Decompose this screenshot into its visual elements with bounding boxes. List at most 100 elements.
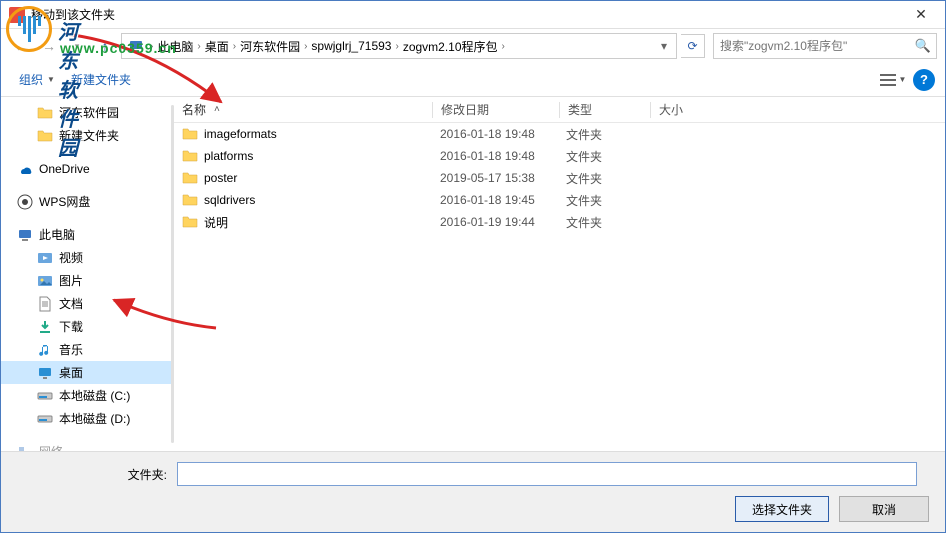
sidebar-item-music[interactable]: 音乐 bbox=[1, 338, 171, 361]
folder-name-input[interactable] bbox=[177, 462, 917, 486]
sidebar-item-label: WPS网盘 bbox=[39, 193, 90, 210]
search-icon[interactable]: 🔍 bbox=[910, 38, 936, 54]
sidebar-item-desktop[interactable]: 桌面 bbox=[1, 361, 171, 384]
app-icon bbox=[9, 7, 25, 23]
dialog-window: 移动到该文件夹 ✕ ← → ▾ ↑ › 此电脑 › 桌面 › 河东软件园 › s… bbox=[0, 0, 946, 533]
download-icon bbox=[37, 319, 53, 335]
sidebar-item-pc[interactable]: 此电脑 bbox=[1, 223, 171, 246]
breadcrumb[interactable]: › 此电脑 › 桌面 › 河东软件园 › spwjglrj_71593 › zo… bbox=[121, 33, 677, 59]
network-icon bbox=[17, 444, 33, 452]
up-button[interactable]: ↑ bbox=[93, 34, 117, 58]
pc-icon bbox=[128, 38, 144, 54]
sidebar-item-label: 文档 bbox=[59, 295, 83, 312]
file-date: 2016-01-18 19:48 bbox=[432, 127, 558, 141]
folder-icon bbox=[182, 148, 198, 164]
file-pane: 名称˄ 修改日期 类型 大小 imageformats 2016-01-18 19… bbox=[174, 97, 945, 451]
drive-icon bbox=[37, 388, 53, 404]
sidebar-item-network[interactable]: 网络 bbox=[1, 440, 171, 451]
search-box[interactable]: 🔍 bbox=[713, 33, 937, 59]
header-size[interactable]: 大小 bbox=[651, 101, 731, 118]
sidebar-item-label: 新建文件夹 bbox=[59, 127, 119, 144]
file-name: platforms bbox=[204, 149, 253, 163]
chevron-right-icon[interactable]: › bbox=[150, 41, 153, 52]
crumb-item[interactable]: 桌面 bbox=[203, 38, 231, 55]
folder-label: 文件夹: bbox=[17, 466, 177, 483]
forward-button: → bbox=[37, 34, 61, 58]
folder-icon bbox=[37, 105, 53, 121]
titlebar: 移动到该文件夹 ✕ bbox=[1, 1, 945, 29]
file-type: 文件夹 bbox=[558, 192, 648, 209]
sidebar-item-drive-c[interactable]: 本地磁盘 (C:) bbox=[1, 384, 171, 407]
close-button[interactable]: ✕ bbox=[899, 1, 943, 29]
file-type: 文件夹 bbox=[558, 214, 648, 231]
sidebar-item-wps[interactable]: WPS网盘 bbox=[1, 190, 171, 213]
body: 河东软件园 新建文件夹 OneDrive WPS网盘 此电脑 bbox=[1, 97, 945, 451]
file-row[interactable]: poster 2019-05-17 15:38文件夹 bbox=[174, 167, 945, 189]
folder-icon bbox=[182, 126, 198, 142]
chevron-right-icon[interactable]: › bbox=[197, 41, 200, 52]
sidebar-item-pictures[interactable]: 图片 bbox=[1, 269, 171, 292]
file-type: 文件夹 bbox=[558, 170, 648, 187]
file-name: poster bbox=[204, 171, 237, 185]
sidebar-item-videos[interactable]: 视频 bbox=[1, 246, 171, 269]
drive-icon bbox=[37, 411, 53, 427]
sidebar-item-folder[interactable]: 河东软件园 bbox=[1, 101, 171, 124]
help-button[interactable]: ? bbox=[913, 69, 935, 91]
file-row[interactable]: imageformats2016-01-18 19:48文件夹 bbox=[174, 123, 945, 145]
folder-icon bbox=[182, 170, 198, 186]
recent-dropdown[interactable]: ▾ bbox=[65, 34, 89, 58]
pc-icon bbox=[17, 227, 33, 243]
header-type[interactable]: 类型 bbox=[560, 101, 650, 118]
address-dropdown-icon[interactable]: ▾ bbox=[654, 39, 674, 53]
sidebar-item-drive-d[interactable]: 本地磁盘 (D:) bbox=[1, 407, 171, 430]
folder-icon bbox=[182, 214, 198, 230]
crumb-item[interactable]: zogvm2.10程序包 bbox=[401, 38, 500, 55]
sidebar-tree[interactable]: 河东软件园 新建文件夹 OneDrive WPS网盘 此电脑 bbox=[1, 97, 171, 451]
sidebar-item-folder[interactable]: 新建文件夹 bbox=[1, 124, 171, 147]
sidebar-item-label: OneDrive bbox=[39, 162, 90, 176]
window-title: 移动到该文件夹 bbox=[31, 6, 899, 23]
sidebar-item-documents[interactable]: 文档 bbox=[1, 292, 171, 315]
search-input[interactable] bbox=[714, 39, 910, 53]
crumb-item[interactable]: 河东软件园 bbox=[238, 38, 302, 55]
file-name: imageformats bbox=[204, 127, 277, 141]
header-modified[interactable]: 修改日期 bbox=[433, 101, 559, 118]
sidebar-item-label: 河东软件园 bbox=[59, 104, 119, 121]
select-folder-button[interactable]: 选择文件夹 bbox=[735, 496, 829, 522]
file-row[interactable]: platforms2016-01-18 19:48文件夹 bbox=[174, 145, 945, 167]
file-date: 2016-01-18 19:48 bbox=[432, 149, 558, 163]
back-button[interactable]: ← bbox=[9, 34, 33, 58]
chevron-right-icon[interactable]: › bbox=[395, 41, 398, 52]
header-name[interactable]: 名称˄ bbox=[174, 101, 432, 118]
sidebar-item-onedrive[interactable]: OneDrive bbox=[1, 157, 171, 180]
cancel-button[interactable]: 取消 bbox=[839, 496, 929, 522]
sidebar-item-label: 图片 bbox=[59, 272, 83, 289]
crumb-item[interactable]: spwjglrj_71593 bbox=[309, 39, 393, 53]
sidebar-item-label: 网络 bbox=[39, 443, 63, 451]
folder-icon bbox=[182, 192, 198, 208]
view-mode-button[interactable]: ▼ bbox=[879, 67, 907, 93]
file-row[interactable]: 说明2016-01-19 19:44文件夹 bbox=[174, 211, 945, 233]
file-date: 2016-01-19 19:44 bbox=[432, 215, 558, 229]
refresh-button[interactable]: ⟳ bbox=[681, 34, 705, 58]
chevron-right-icon[interactable]: › bbox=[304, 41, 307, 52]
toolbar: 组织▼ 新建文件夹 ▼ ? bbox=[1, 63, 945, 97]
file-name: sqldrivers bbox=[204, 193, 255, 207]
wps-icon bbox=[17, 194, 33, 210]
desktop-icon bbox=[37, 365, 53, 381]
crumb-item[interactable]: 此电脑 bbox=[155, 38, 195, 55]
chevron-right-icon[interactable]: › bbox=[502, 41, 505, 52]
file-list[interactable]: imageformats2016-01-18 19:48文件夹platforms… bbox=[174, 123, 945, 451]
file-date: 2019-05-17 15:38 bbox=[432, 171, 558, 185]
sidebar-item-label: 桌面 bbox=[59, 364, 83, 381]
document-icon bbox=[37, 296, 53, 312]
file-date: 2016-01-18 19:45 bbox=[432, 193, 558, 207]
sidebar-item-label: 视频 bbox=[59, 249, 83, 266]
column-headers: 名称˄ 修改日期 类型 大小 bbox=[174, 97, 945, 123]
new-folder-button[interactable]: 新建文件夹 bbox=[63, 67, 139, 92]
sidebar-item-label: 本地磁盘 (C:) bbox=[59, 387, 130, 404]
file-row[interactable]: sqldrivers 2016-01-18 19:45文件夹 bbox=[174, 189, 945, 211]
sidebar-item-downloads[interactable]: 下载 bbox=[1, 315, 171, 338]
organize-menu[interactable]: 组织▼ bbox=[11, 67, 63, 92]
chevron-right-icon[interactable]: › bbox=[233, 41, 236, 52]
